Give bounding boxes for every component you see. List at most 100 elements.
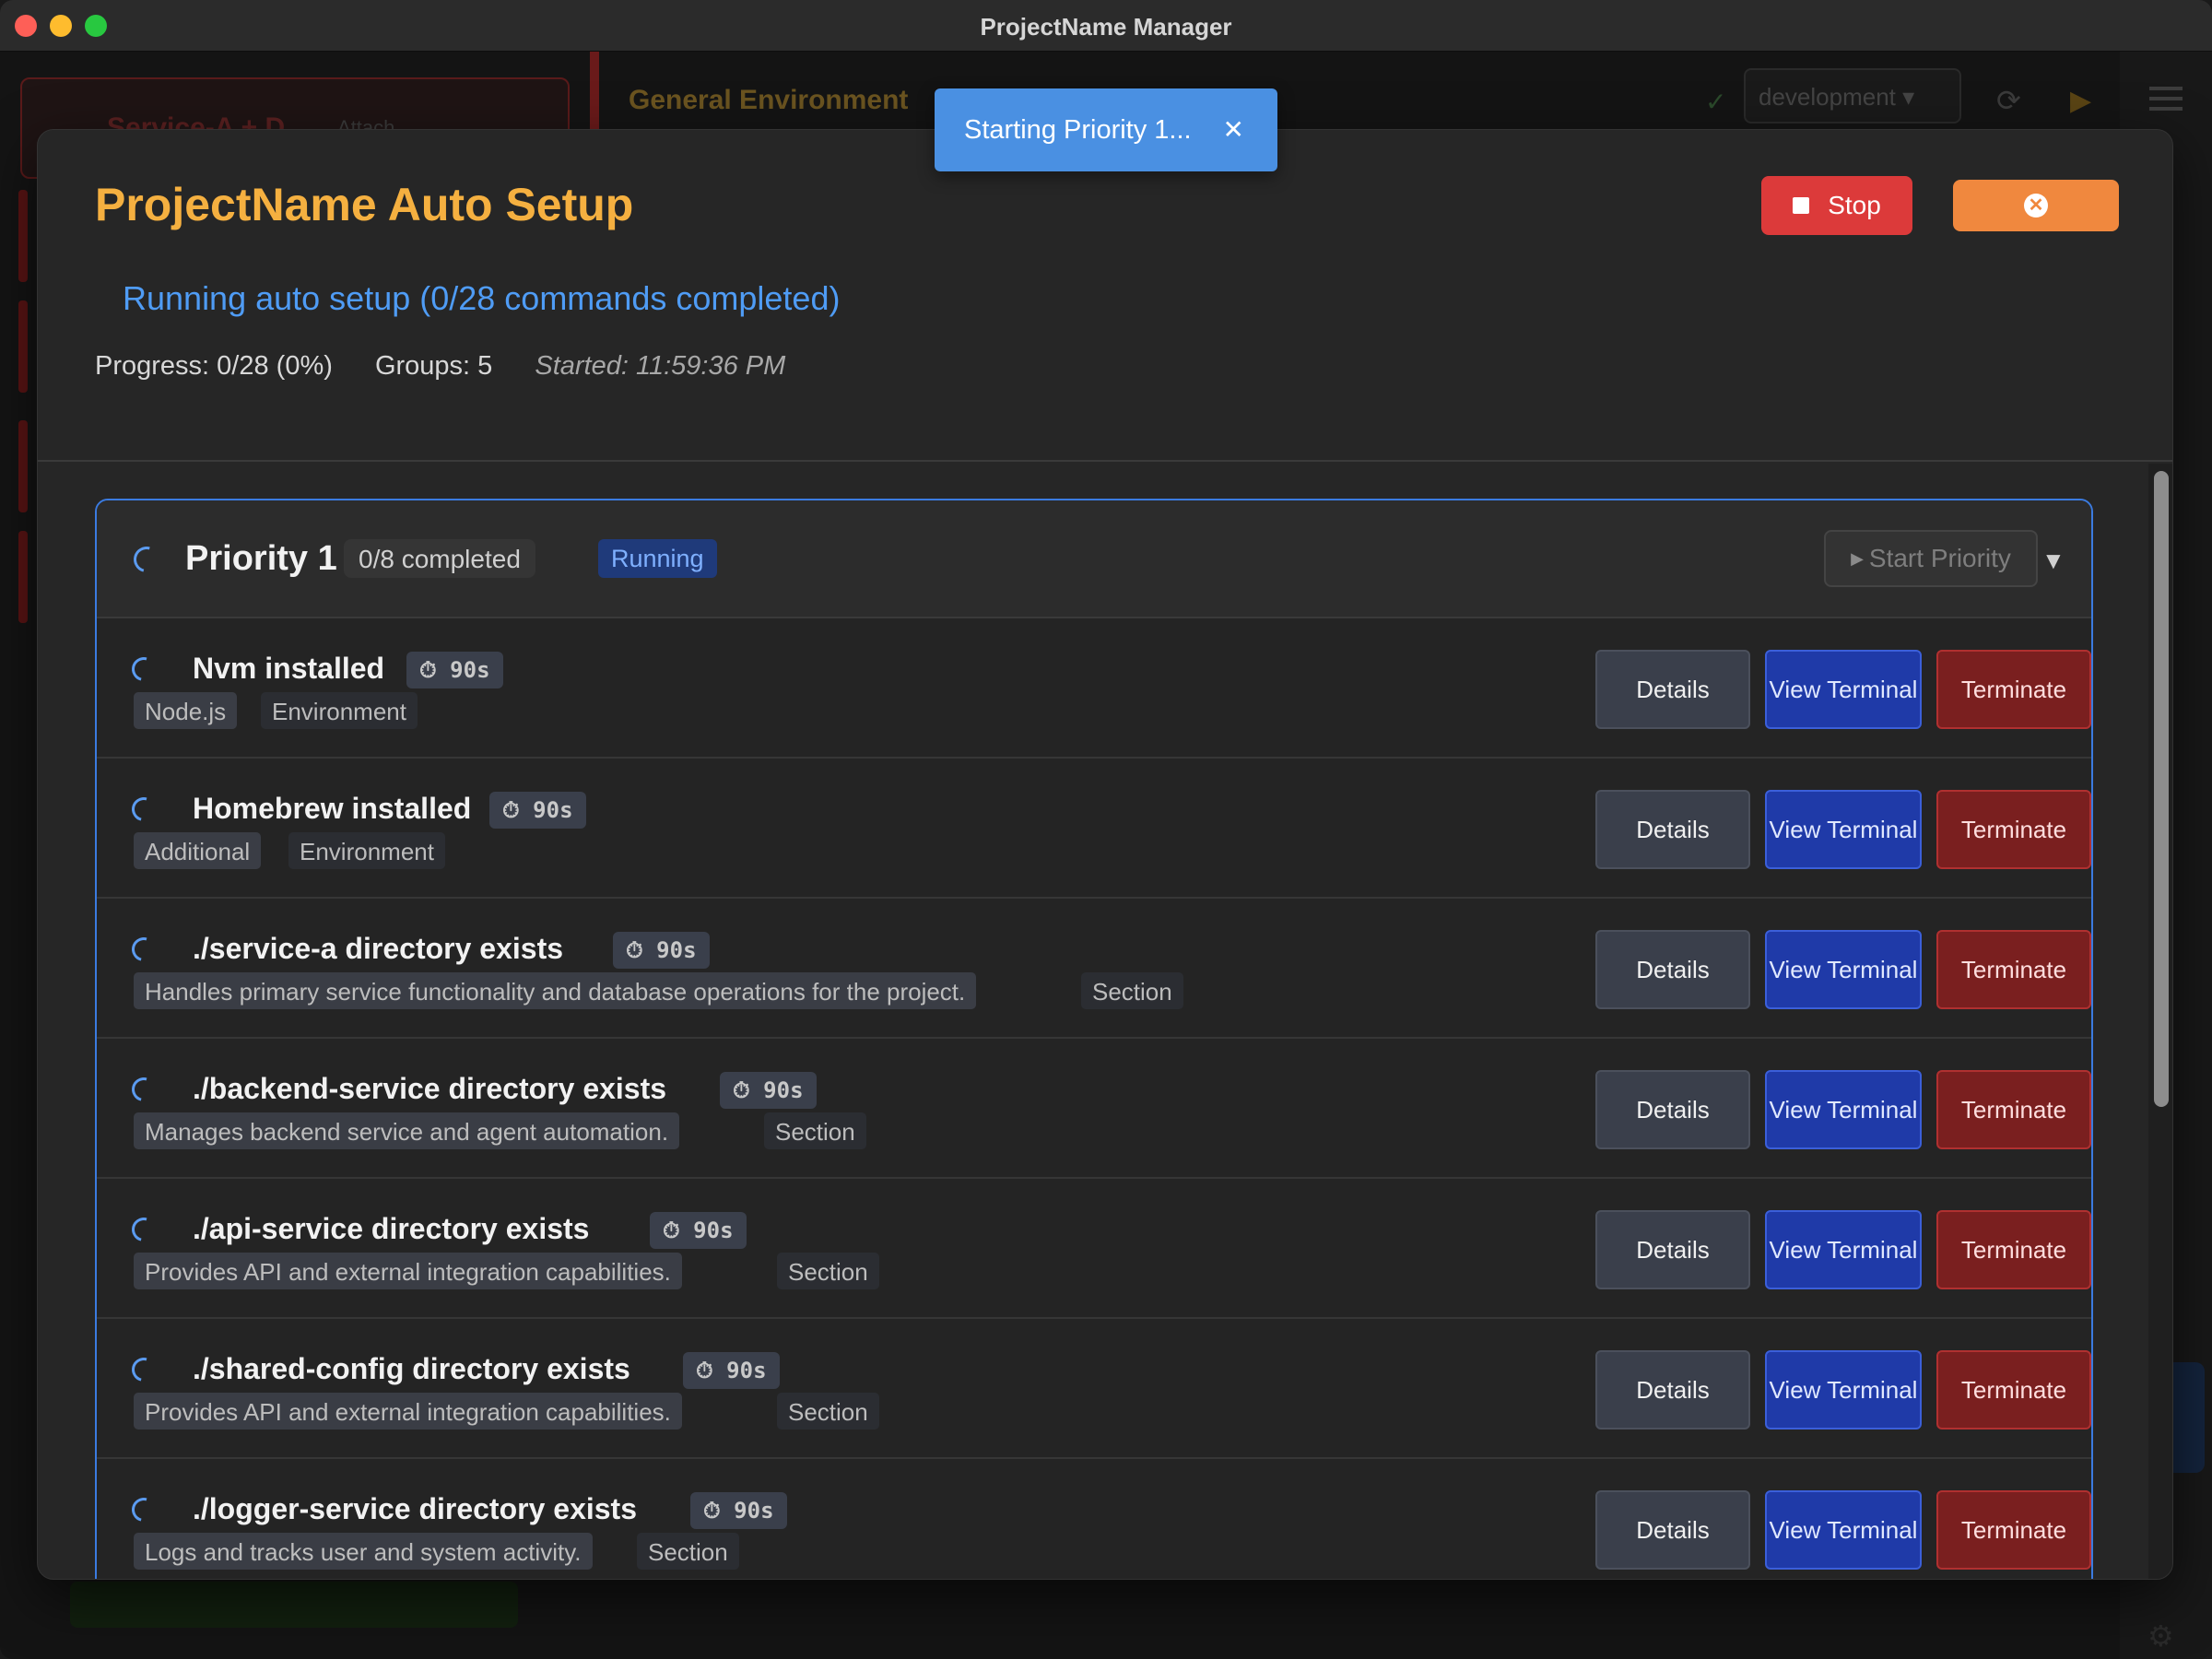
loading-spinner-icon	[127, 653, 160, 686]
command-tag: Section	[637, 1533, 739, 1570]
command-tag: Logs and tracks user and system activity…	[134, 1533, 593, 1570]
bg-service-indicator	[18, 300, 28, 393]
status-badge: Running	[598, 539, 717, 578]
loading-spinner-icon	[127, 793, 160, 826]
view-terminal-button[interactable]: View Terminal	[1765, 930, 1922, 1009]
play-icon: ▶	[2070, 86, 2092, 116]
scrollbar-thumb[interactable]	[2154, 471, 2169, 1107]
close-circle-icon: ✕	[2024, 194, 2048, 218]
command-tag: Section	[777, 1393, 879, 1430]
command-row: Nvm installed ⏱ 90s Node.js Environment Deta…	[97, 618, 2091, 759]
bg-service-indicator	[18, 190, 28, 282]
command-name: ./logger-service directory exists	[193, 1492, 637, 1525]
command-tag: Handles primary service functionality an…	[134, 972, 977, 1009]
priority-group-header[interactable]: Priority 1 0/8 completed Running ▶ Start…	[97, 500, 2091, 618]
bg-service-indicator	[18, 531, 28, 623]
timer-badge: ⏱ 90s	[489, 792, 586, 829]
terminate-button[interactable]: Terminate	[1936, 930, 2091, 1009]
command-tag: Section	[777, 1253, 879, 1289]
refresh-icon: ⟳	[1996, 84, 2021, 117]
view-terminal-button[interactable]: View Terminal	[1765, 1210, 1922, 1289]
loading-spinner-icon	[127, 1353, 160, 1386]
command-name: Nvm installed	[193, 652, 385, 685]
start-priority-label: Start Priority	[1868, 544, 2011, 572]
command-tag: Provides API and external integration ca…	[134, 1393, 682, 1430]
command-row: ./logger-service directory exists ⏱ 90s Lo…	[97, 1459, 2091, 1579]
stop-icon	[1793, 197, 1810, 214]
bg-service-indicator	[18, 420, 28, 512]
started-text: Started: 11:59:36 PM	[535, 351, 786, 381]
toast-close-icon[interactable]: ✕	[1223, 114, 1244, 145]
groups-text: Groups: 5	[374, 351, 493, 381]
command-name: ./service-a directory exists	[193, 932, 564, 965]
bg-env-accent	[590, 52, 599, 135]
details-button[interactable]: Details	[1595, 930, 1750, 1009]
priority-group-title: Priority 1	[185, 539, 337, 578]
details-button[interactable]: Details	[1595, 1350, 1750, 1430]
terminate-button[interactable]: Terminate	[1936, 1210, 2091, 1289]
command-name: ./backend-service directory exists	[193, 1072, 667, 1105]
timer-badge: ⏱ 90s	[690, 1492, 787, 1529]
start-priority-button[interactable]: ▶ Start Priority	[1824, 530, 2038, 587]
command-row: ./api-service directory exists ⏱ 90s Provi…	[97, 1179, 2091, 1319]
timer-badge: ⏱ 90s	[406, 652, 503, 688]
loading-spinner-icon	[127, 1213, 160, 1246]
command-row: Homebrew installed ⏱ 90s Additional Environ…	[97, 759, 2091, 899]
check-icon: ✓	[1705, 88, 1727, 116]
command-tag: Section	[764, 1112, 866, 1149]
view-terminal-button[interactable]: View Terminal	[1765, 1070, 1922, 1149]
details-button[interactable]: Details	[1595, 1210, 1750, 1289]
progress-text: Progress: 0/28 (0%)	[95, 351, 333, 381]
timer-badge: ⏱ 90s	[683, 1352, 780, 1389]
command-name: ./api-service directory exists	[193, 1212, 590, 1245]
play-icon: ▶	[1851, 548, 1864, 568]
command-tag: Environment	[288, 832, 445, 869]
timer-badge: ⏱ 90s	[720, 1072, 817, 1109]
window-title: ProjectName Manager	[980, 13, 1232, 41]
close-modal-button[interactable]: ✕	[1953, 180, 2119, 231]
details-button[interactable]: Details	[1595, 1490, 1750, 1570]
chevron-down-icon[interactable]: ▼	[2041, 547, 2065, 575]
priority-group: Priority 1 0/8 completed Running ▶ Start…	[95, 499, 2093, 1579]
command-tag: Node.js	[134, 692, 238, 729]
command-row: ./shared-config directory exists ⏱ 90s Pro…	[97, 1319, 2091, 1459]
title-bar: ProjectName Manager	[0, 0, 2212, 52]
stop-label: Stop	[1828, 191, 1881, 219]
command-tag: Additional	[134, 832, 262, 869]
loading-spinner-icon	[127, 933, 160, 966]
command-row: ./service-a directory exists ⏱ 90s Handles…	[97, 899, 2091, 1039]
bg-green-bar	[70, 1582, 518, 1628]
command-tag: Provides API and external integration ca…	[134, 1253, 682, 1289]
stop-button[interactable]: Stop	[1761, 176, 1912, 235]
timer-badge: ⏱ 90s	[613, 932, 710, 969]
toast-notification: Starting Priority 1... ✕	[935, 88, 1277, 171]
command-tag: Environment	[261, 692, 418, 729]
terminate-button[interactable]: Terminate	[1936, 650, 2091, 729]
bg-env-title: General Environment	[629, 85, 909, 115]
priority-group-count: 0/8 completed	[344, 539, 535, 578]
command-tag: Manages backend service and agent automa…	[134, 1112, 680, 1149]
bg-env-select: development ▾	[1744, 68, 1961, 124]
loading-spinner-icon	[128, 541, 165, 578]
view-terminal-button[interactable]: View Terminal	[1765, 790, 1922, 869]
command-name: ./shared-config directory exists	[193, 1352, 630, 1385]
menu-icon	[2149, 87, 2183, 90]
view-terminal-button[interactable]: View Terminal	[1765, 1490, 1922, 1570]
view-terminal-button[interactable]: View Terminal	[1765, 650, 1922, 729]
modal-header: ProjectName Auto Setup Stop ✕ Running au…	[38, 130, 2172, 462]
details-button[interactable]: Details	[1595, 1070, 1750, 1149]
details-button[interactable]: Details	[1595, 790, 1750, 869]
bg-env-select-value: development	[1759, 83, 1896, 111]
terminate-button[interactable]: Terminate	[1936, 790, 2091, 869]
modal-title: ProjectName Auto Setup	[95, 179, 634, 230]
view-terminal-button[interactable]: View Terminal	[1765, 1350, 1922, 1430]
command-name: Homebrew installed	[193, 792, 472, 825]
terminate-button[interactable]: Terminate	[1936, 1350, 2091, 1430]
setup-meta: Progress: 0/28 (0%) Groups: 5 Started: 1…	[95, 351, 820, 382]
details-button[interactable]: Details	[1595, 650, 1750, 729]
auto-setup-modal: ProjectName Auto Setup Stop ✕ Running au…	[37, 129, 2173, 1580]
terminate-button[interactable]: Terminate	[1936, 1070, 2091, 1149]
loading-spinner-icon	[127, 1493, 160, 1526]
terminate-button[interactable]: Terminate	[1936, 1490, 2091, 1570]
timer-badge: ⏱ 90s	[650, 1212, 747, 1249]
